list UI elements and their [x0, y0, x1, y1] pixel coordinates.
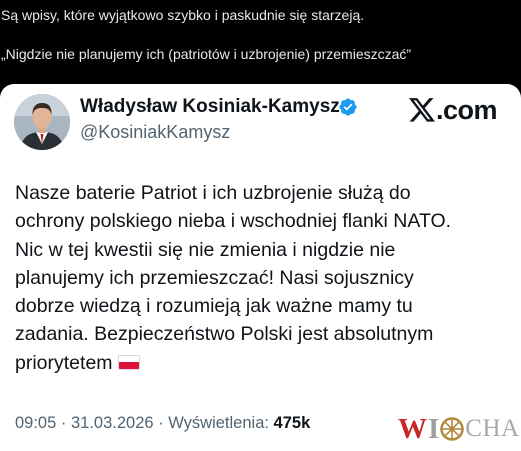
meta-separator: · — [153, 414, 169, 432]
tweet-body-line: ochrony polskiego nieba i wschodniej fla… — [15, 210, 452, 233]
tweet-date[interactable]: 31.03.2026 — [71, 414, 154, 432]
views-label: Wyświetlenia: — [168, 414, 269, 432]
tweet-time[interactable]: 09:05 — [15, 414, 56, 432]
tweet-body-line: zadania. Bezpieczeństwo Polski jest abso… — [15, 323, 434, 346]
tweet-body: Nasze baterie Patriot i ich uzbrojenie s… — [15, 179, 515, 377]
post-text-line-2: „Nigdzie nie planujemy ich (patriotów i … — [1, 46, 412, 62]
wiocha-watermark: W I CHA — [398, 414, 520, 444]
embedded-tweet-card[interactable]: Władysław Kosiniak-Kamysz @KosiniakKamys… — [0, 84, 521, 451]
x-logo-icon — [409, 98, 435, 122]
wagon-wheel-icon — [440, 417, 465, 441]
tweet-body-last-line: priorytetem — [15, 349, 515, 377]
avatar[interactable] — [14, 94, 70, 150]
tweet-body-line: dobrze wiedzą i rozumieją jak ważne mamy… — [15, 295, 413, 318]
tweet-body-line: Nasze baterie Patriot i ich uzbrojenie s… — [15, 182, 411, 204]
tweet-body-line: Nic w tej kwestii się nie zmienia i nigd… — [15, 238, 396, 261]
meta-separator: · — [56, 414, 71, 432]
x-brand-logo: .com — [409, 95, 498, 125]
watermark-cha: CHA — [465, 415, 520, 442]
watermark-w: W — [398, 413, 427, 445]
tweet-body-line: planujemy ich przemieszczać! Nasi sojusz… — [15, 266, 414, 289]
watermark-i: I — [428, 413, 440, 445]
brand-domain-text: .com — [436, 95, 498, 125]
views-count: 475k — [273, 414, 311, 432]
avatar-portrait-icon — [14, 94, 70, 150]
tweet-body-line: priorytetem — [15, 351, 113, 374]
post-text-line-1: Są wpisy, które wyjątkowo szybko i pasku… — [1, 7, 365, 23]
author-name[interactable]: Władysław Kosiniak-Kamysz — [80, 96, 340, 118]
poland-flag-icon — [117, 354, 140, 370]
page: Są wpisy, które wyjątkowo szybko i pasku… — [0, 0, 521, 451]
tweet-meta: 09:05 · 31.03.2026 · Wyświetlenia: 475k — [15, 414, 310, 433]
author-handle[interactable]: @KosiniakKamysz — [80, 122, 230, 143]
verified-badge-icon — [339, 98, 357, 116]
